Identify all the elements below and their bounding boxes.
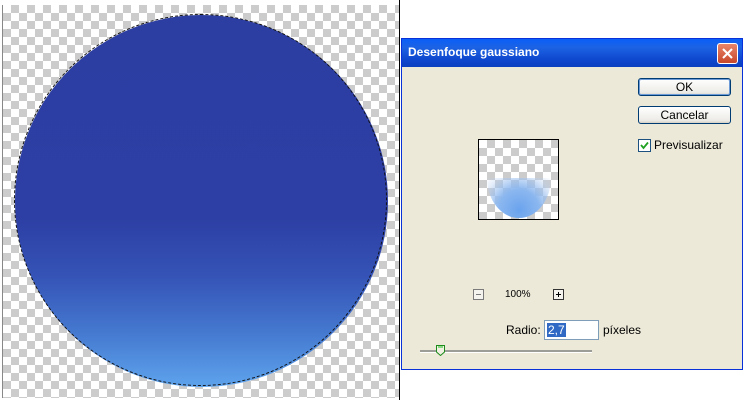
preview-label: Previsualizar	[654, 138, 723, 152]
minus-icon	[476, 294, 481, 295]
radius-input[interactable]: 2,7	[544, 320, 599, 340]
close-button[interactable]	[717, 43, 738, 64]
radius-label: Radio:	[506, 323, 541, 337]
close-icon	[722, 48, 733, 59]
zoom-level: 100%	[505, 289, 531, 300]
radius-slider-track[interactable]	[420, 350, 592, 353]
preview-checkbox[interactable]	[638, 139, 651, 152]
canvas-border	[399, 0, 400, 400]
cancel-button[interactable]: Cancelar	[638, 106, 731, 124]
radius-value: 2,7	[547, 323, 566, 337]
preview-image	[487, 178, 551, 218]
zoom-out-button[interactable]	[473, 289, 484, 300]
gaussian-blur-dialog: Desenfoque gaussiano OK Cancelar Previsu…	[401, 38, 743, 370]
zoom-in-button[interactable]	[553, 289, 564, 300]
dialog-titlebar[interactable]: Desenfoque gaussiano	[402, 39, 742, 67]
selection-marquee	[14, 14, 387, 386]
checkmark-icon	[640, 141, 649, 150]
plus-icon	[556, 292, 561, 297]
image-canvas[interactable]	[2, 5, 400, 398]
preview-pane[interactable]	[478, 139, 559, 220]
dialog-title: Desenfoque gaussiano	[408, 45, 540, 59]
radius-unit: píxeles	[603, 323, 642, 337]
ok-button[interactable]: OK	[638, 78, 731, 96]
radius-slider-thumb[interactable]	[436, 345, 446, 356]
